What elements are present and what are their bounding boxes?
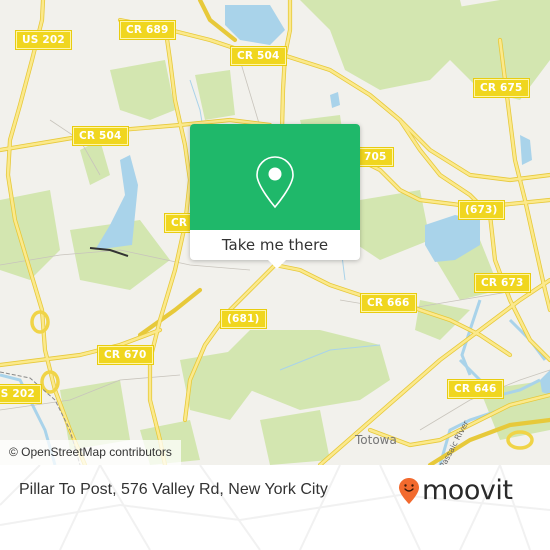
moovit-pin-icon xyxy=(399,478,419,504)
location-title: Pillar To Post, 576 Valley Rd, New York … xyxy=(19,481,328,498)
road-shield-705: 705 xyxy=(358,148,393,166)
place-label-totowa: Totowa xyxy=(355,433,397,447)
moovit-wordmark: moovit xyxy=(422,475,513,506)
road-shield-cr-670: CR 670 xyxy=(98,346,153,364)
road-shield-cr-675: CR 675 xyxy=(474,79,529,97)
take-me-there-button[interactable]: Take me there xyxy=(190,230,360,260)
road-shield-us-202-bottom: US 202 xyxy=(0,385,41,403)
road-shield-681: (681) xyxy=(221,310,266,328)
footer-bar: Pillar To Post, 576 Valley Rd, New York … xyxy=(0,465,550,550)
road-shield-cr-666: CR 666 xyxy=(361,294,416,312)
road-shield-cr-504-left: CR 504 xyxy=(73,127,128,145)
road-shield-cr-673: CR 673 xyxy=(475,274,530,292)
road-shield-cr-partial: CR xyxy=(165,214,194,232)
map-view[interactable]: US 202 CR 689 CR 504 CR 675 CR 504 705 (… xyxy=(0,0,550,465)
road-shield-cr-689: CR 689 xyxy=(120,21,175,39)
map-attribution[interactable]: © OpenStreetMap contributors xyxy=(0,440,181,465)
road-shield-cr-504-top: CR 504 xyxy=(231,47,286,65)
location-pin-icon xyxy=(256,156,294,209)
road-shield-673-paren: (673) xyxy=(459,201,504,219)
road-shield-cr-646: CR 646 xyxy=(448,380,503,398)
moovit-logo[interactable]: moovit xyxy=(398,471,513,511)
popup-pointer xyxy=(268,260,286,269)
location-popup: Take me there xyxy=(190,124,360,269)
popup-header xyxy=(190,124,360,230)
road-shield-us-202-top: US 202 xyxy=(16,31,71,49)
